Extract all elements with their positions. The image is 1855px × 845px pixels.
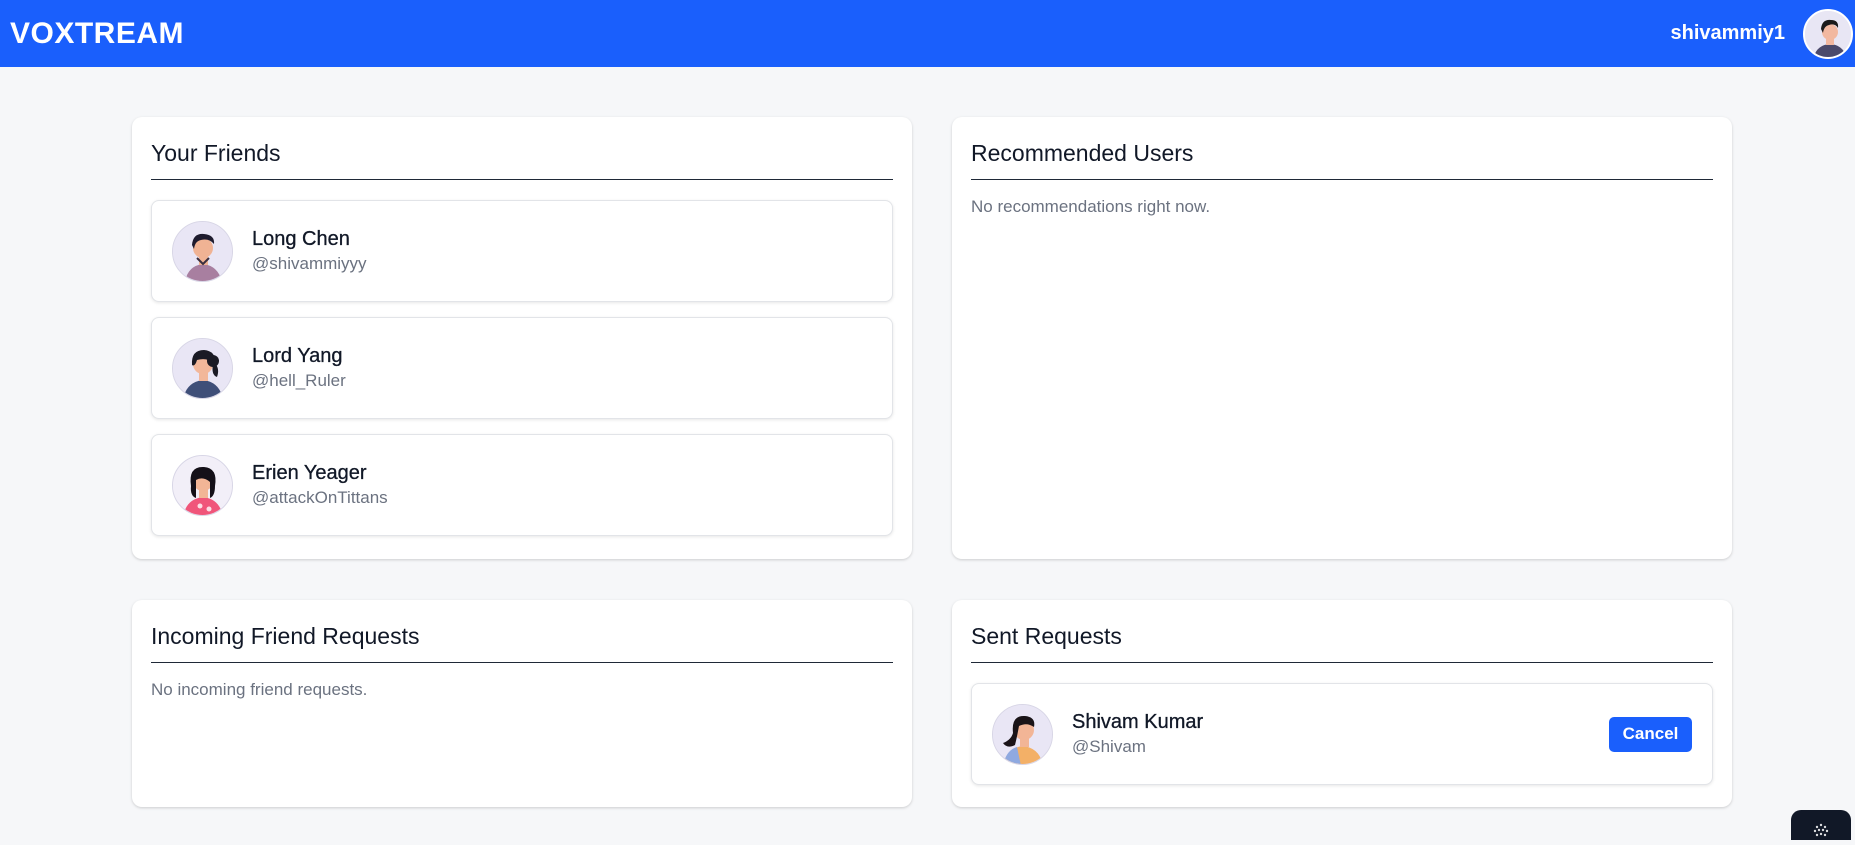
friend-avatar bbox=[172, 220, 233, 282]
incoming-requests-card: Incoming Friend Requests No incoming fri… bbox=[132, 600, 912, 807]
recommended-divider bbox=[971, 179, 1713, 180]
sent-avatar bbox=[992, 703, 1053, 765]
sent-divider bbox=[971, 662, 1713, 663]
brand-logo[interactable]: VOXTREAM bbox=[10, 17, 184, 51]
incoming-title: Incoming Friend Requests bbox=[151, 623, 420, 649]
friend-name: Lord Yang bbox=[252, 345, 343, 367]
friend-avatar bbox=[172, 454, 233, 516]
avatar-man-illustration-icon bbox=[173, 221, 232, 281]
cancel-request-button[interactable]: Cancel bbox=[1609, 716, 1692, 752]
friend-handle: @shivammiyyy bbox=[252, 254, 367, 273]
friend-avatar bbox=[172, 337, 233, 399]
incoming-divider bbox=[151, 662, 893, 663]
sent-request-item: Shivam Kumar @Shivam Cancel bbox=[971, 683, 1713, 785]
friends-card: Your Friends Long Chen @shivammiyyy Lord… bbox=[132, 117, 912, 559]
recommended-empty-message: No recommendations right now. bbox=[971, 197, 1211, 216]
top-navbar: VOXTREAM shivammiy1 bbox=[0, 0, 1855, 67]
user-menu: shivammiy1 bbox=[1670, 0, 1855, 67]
recommended-card: Recommended Users No recommendations rig… bbox=[952, 117, 1732, 559]
friend-name: Erien Yeager bbox=[252, 462, 367, 484]
friend-item-long-chen[interactable]: Long Chen @shivammiyyy bbox=[151, 200, 893, 302]
avatar-woman-orange-top-icon bbox=[993, 704, 1052, 764]
sent-handle: @Shivam bbox=[1072, 737, 1146, 756]
avatar-man-dark-icon bbox=[1805, 10, 1851, 57]
sent-name: Shivam Kumar bbox=[1072, 711, 1204, 733]
friend-item-erien-yeager[interactable]: Erien Yeager @attackOnTittans bbox=[151, 434, 893, 536]
recommended-title: Recommended Users bbox=[971, 140, 1194, 166]
current-username[interactable]: shivammiy1 bbox=[1670, 22, 1785, 45]
friend-item-lord-yang[interactable]: Lord Yang @hell_Ruler bbox=[151, 317, 893, 419]
user-avatar[interactable] bbox=[1803, 8, 1853, 59]
floating-widget[interactable] bbox=[1791, 810, 1851, 840]
friend-name: Long Chen bbox=[252, 228, 350, 250]
friends-title: Your Friends bbox=[151, 140, 281, 166]
sent-requests-card: Sent Requests Shivam Kumar @Shivam Cance… bbox=[952, 600, 1732, 807]
friend-handle: @hell_Ruler bbox=[252, 371, 346, 390]
incoming-empty-message: No incoming friend requests. bbox=[151, 680, 368, 699]
friend-handle: @attackOnTittans bbox=[252, 488, 388, 507]
avatar-woman-pink-top-icon bbox=[173, 455, 232, 515]
sent-title: Sent Requests bbox=[971, 623, 1122, 649]
dots-grid-icon bbox=[1813, 823, 1829, 837]
friends-divider bbox=[151, 179, 893, 180]
avatar-woman-dark-top-icon bbox=[173, 338, 232, 398]
